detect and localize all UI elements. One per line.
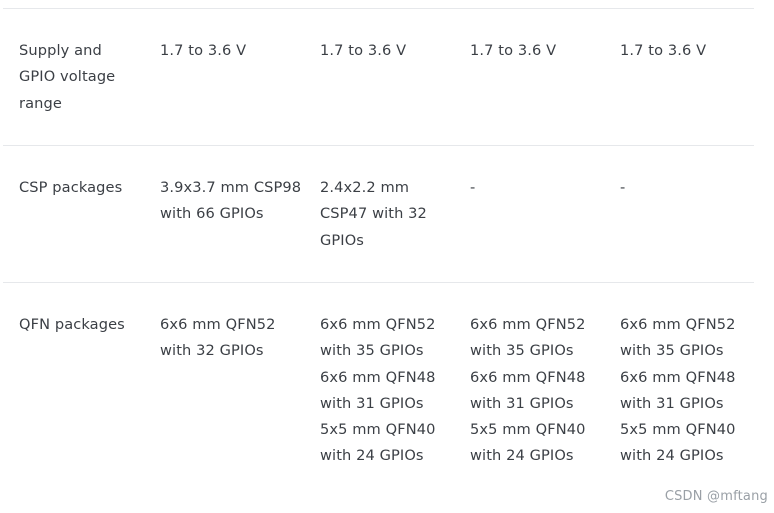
table-cell: - [620,179,626,196]
table-row-supply-voltage: Supply and GPIO voltage range 1.7 to 3.6… [3,8,754,145]
table-cell: 1.7 to 3.6 V [320,42,407,59]
table-cell: 6x6 mm QFN52 with 35 GPIOs 6x6 mm QFN48 … [470,316,586,465]
row-label: CSP packages [19,179,123,196]
table-cell: 1.7 to 3.6 V [470,42,557,59]
row-label: QFN packages [19,316,125,333]
row-label: Supply and GPIO voltage range [19,42,116,112]
spec-table: Supply and GPIO voltage range 1.7 to 3.6… [3,8,754,503]
table-cell: 1.7 to 3.6 V [160,42,247,59]
table-cell: 6x6 mm QFN52 with 35 GPIOs 6x6 mm QFN48 … [320,316,436,465]
table-cell: 3.9x3.7 mm CSP98 with 66 GPIOs [160,179,302,223]
watermark: CSDN @mftang [664,489,768,504]
table-cell: 1.7 to 3.6 V [620,42,707,59]
table-cell: 2.4x2.2 mm CSP47 with 32 GPIOs [320,179,427,249]
table-cell: 6x6 mm QFN52 with 35 GPIOs 6x6 mm QFN48 … [620,316,736,465]
table-cell: - [470,179,476,196]
table-cell: 6x6 mm QFN52 with 32 GPIOs [160,316,276,360]
table-row-csp-packages: CSP packages 3.9x3.7 mm CSP98 with 66 GP… [3,145,754,282]
table-row-qfn-packages: QFN packages 6x6 mm QFN52 with 32 GPIOs … [3,282,754,503]
